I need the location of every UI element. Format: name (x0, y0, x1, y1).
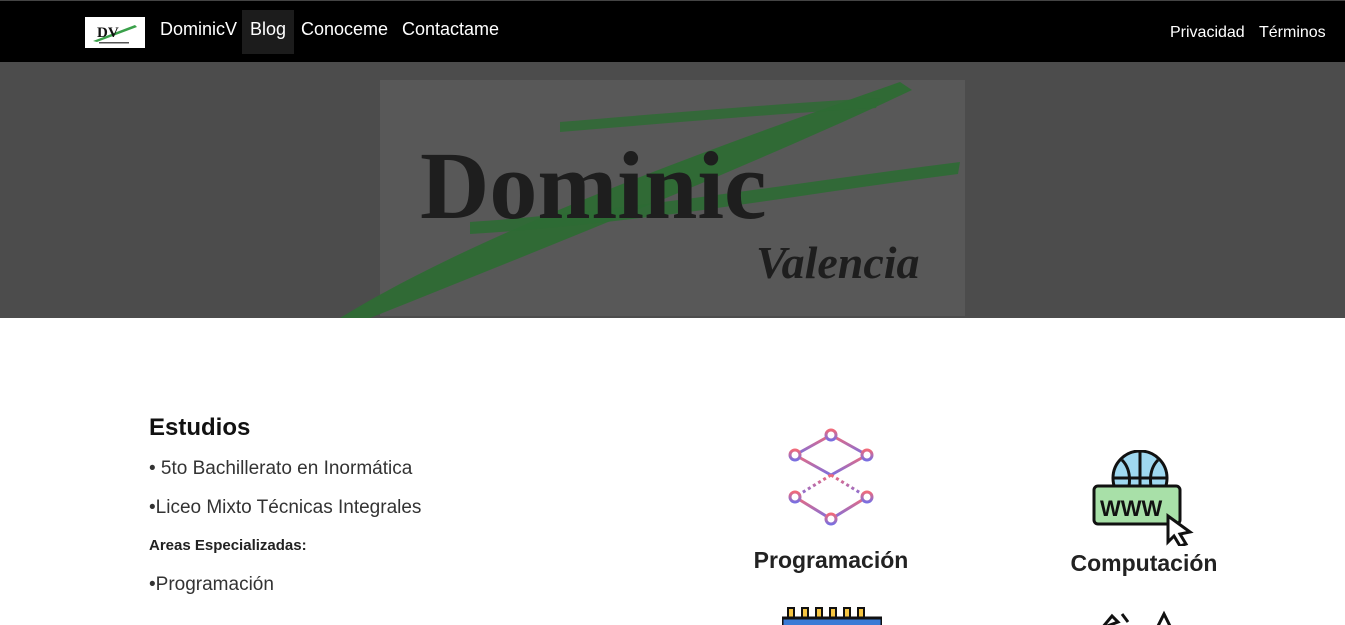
brand-logo[interactable]: DV (85, 17, 145, 48)
studies-title: Estudios (149, 414, 251, 441)
nav-brand-link[interactable]: DominicV (160, 19, 237, 39)
study-item: • 5to Bachillerato en Inormática (149, 458, 413, 479)
tools-icon (1098, 610, 1178, 625)
hero-title: Dominic (420, 132, 767, 239)
card-computacion[interactable]: WWW Computación (1058, 450, 1230, 577)
areas-title: Areas Especializadas: (149, 537, 307, 554)
card-label: Computación (1070, 550, 1218, 576)
navbar: DV DominicV Blog Conoceme Contactame Pri… (0, 0, 1345, 62)
chip-icon (782, 606, 882, 625)
studies-section: Estudios • 5to Bachillerato en Inormátic… (149, 410, 609, 596)
nav-link-privacidad[interactable]: Privacidad (1170, 24, 1245, 42)
hero-subtitle: Valencia (756, 237, 920, 288)
nav-link-conoceme[interactable]: Conoceme (301, 19, 388, 39)
area-item: •Programación (149, 574, 274, 595)
nav-link-contactame[interactable]: Contactame (402, 19, 499, 39)
hero-banner: Dominic Valencia (0, 62, 1345, 318)
svg-text:WWW: WWW (1100, 496, 1163, 521)
card-label: Programación (753, 547, 909, 573)
card-programacion[interactable]: Programación (745, 425, 917, 574)
nav-link-blog[interactable]: Blog (242, 10, 295, 54)
logo-text: DV (97, 25, 119, 41)
hero-logo-graphic: Dominic Valencia (340, 82, 960, 318)
www-globe-icon: WWW (1092, 450, 1194, 546)
cube-network-icon (781, 427, 881, 526)
nav-link-terminos[interactable]: Términos (1259, 24, 1326, 42)
study-item: •Liceo Mixto Técnicas Integrales (149, 497, 422, 518)
